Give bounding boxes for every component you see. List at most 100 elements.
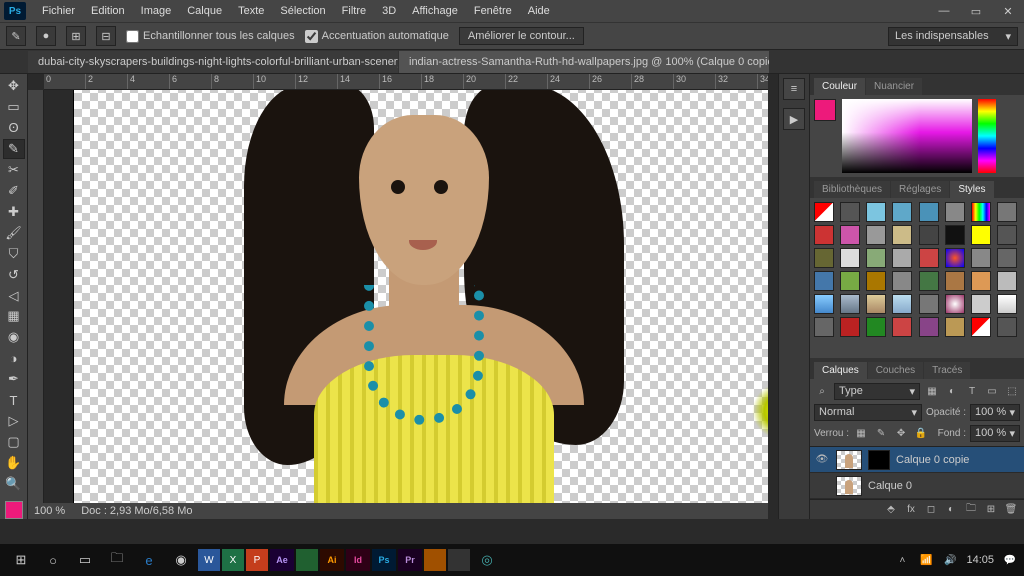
style-swatch[interactable] bbox=[892, 225, 912, 245]
menu-view[interactable]: Affichage bbox=[404, 2, 466, 20]
style-swatch[interactable] bbox=[814, 248, 834, 268]
volume-icon[interactable]: 🔊 bbox=[942, 552, 958, 568]
group-icon[interactable]: 🗀 bbox=[964, 503, 978, 517]
artboard[interactable]: ➤ bbox=[74, 90, 768, 503]
menu-edit[interactable]: Edition bbox=[83, 2, 133, 20]
layer-mask-icon[interactable]: ◻ bbox=[924, 503, 938, 517]
style-swatch[interactable] bbox=[919, 271, 939, 291]
style-swatch[interactable] bbox=[866, 225, 886, 245]
style-swatch[interactable] bbox=[892, 271, 912, 291]
actions-panel-icon[interactable]: ▶ bbox=[783, 108, 805, 130]
style-swatch[interactable] bbox=[892, 202, 912, 222]
move-tool[interactable]: ✥ bbox=[3, 76, 25, 96]
menu-help[interactable]: Aide bbox=[520, 2, 558, 20]
filter-pixel-icon[interactable]: ▦ bbox=[924, 384, 940, 400]
style-swatch[interactable] bbox=[997, 317, 1017, 337]
auto-enhance-checkbox[interactable]: Accentuation automatique bbox=[305, 30, 449, 43]
style-swatch[interactable] bbox=[971, 317, 991, 337]
lock-pixels-icon[interactable]: ▦ bbox=[853, 426, 869, 442]
subtract-selection-icon[interactable]: ⊟ bbox=[96, 26, 116, 46]
type-tool[interactable]: T bbox=[3, 390, 25, 410]
opacity-input[interactable]: 100 %▾ bbox=[970, 404, 1020, 421]
style-swatch[interactable] bbox=[840, 271, 860, 291]
blend-mode-select[interactable]: Normal▾ bbox=[814, 404, 922, 421]
premiere-icon[interactable]: Pr bbox=[398, 549, 422, 571]
zoom-level[interactable]: 100 % bbox=[34, 505, 65, 517]
style-swatch[interactable] bbox=[997, 294, 1017, 314]
ruler-vertical[interactable] bbox=[28, 90, 44, 503]
gradient-tool[interactable]: ▦ bbox=[3, 306, 25, 326]
color-fg-swatch[interactable] bbox=[814, 99, 836, 121]
layer-row[interactable]: 👁 Calque 0 copie bbox=[810, 447, 1024, 473]
foreground-swatch[interactable] bbox=[5, 501, 23, 519]
add-selection-icon[interactable]: ⊞ bbox=[66, 26, 86, 46]
visibility-icon[interactable]: 👁 bbox=[814, 452, 830, 468]
color-field[interactable] bbox=[842, 99, 972, 173]
healing-brush-tool[interactable]: ✚ bbox=[3, 202, 25, 222]
tab-layers[interactable]: Calques bbox=[814, 362, 867, 379]
eyedropper-tool[interactable]: ✐ bbox=[3, 181, 25, 201]
style-swatch[interactable] bbox=[866, 202, 886, 222]
sample-all-checkbox[interactable]: Echantillonner tous les calques bbox=[126, 30, 295, 43]
crop-tool[interactable]: ✂ bbox=[3, 160, 25, 180]
style-swatch[interactable] bbox=[892, 294, 912, 314]
app-icon[interactable]: ◎ bbox=[472, 547, 502, 573]
style-swatch[interactable] bbox=[997, 248, 1017, 268]
menu-filter[interactable]: Filtre bbox=[334, 2, 374, 20]
layer-thumb[interactable] bbox=[836, 476, 862, 496]
style-swatch[interactable] bbox=[840, 248, 860, 268]
eraser-tool[interactable]: ◁ bbox=[3, 286, 25, 306]
menu-text[interactable]: Texte bbox=[230, 2, 272, 20]
style-swatch[interactable] bbox=[945, 202, 965, 222]
marquee-tool[interactable]: ▭ bbox=[3, 97, 25, 117]
filter-type-icon[interactable]: T bbox=[964, 384, 980, 400]
style-swatch[interactable] bbox=[945, 248, 965, 268]
edge-icon[interactable]: e bbox=[134, 547, 164, 573]
tab-paths[interactable]: Tracés bbox=[924, 362, 970, 379]
tab-color[interactable]: Couleur bbox=[814, 78, 865, 95]
tray-up-icon[interactable]: ˄ bbox=[894, 552, 910, 568]
menu-select[interactable]: Sélection bbox=[272, 2, 333, 20]
lock-move-icon[interactable]: ✥ bbox=[893, 426, 909, 442]
style-swatch[interactable] bbox=[971, 271, 991, 291]
style-swatch[interactable] bbox=[814, 271, 834, 291]
style-swatch[interactable] bbox=[919, 317, 939, 337]
style-swatch[interactable] bbox=[892, 317, 912, 337]
explorer-icon[interactable]: 🗀 bbox=[102, 547, 132, 573]
style-swatch[interactable] bbox=[919, 225, 939, 245]
layer-style-icon[interactable]: fx bbox=[904, 503, 918, 517]
style-swatch[interactable] bbox=[840, 317, 860, 337]
style-swatch[interactable] bbox=[945, 317, 965, 337]
style-swatch[interactable] bbox=[945, 294, 965, 314]
network-icon[interactable]: 📶 bbox=[918, 552, 934, 568]
photoshop-taskbar-icon[interactable]: Ps bbox=[372, 549, 396, 571]
app-icon[interactable] bbox=[448, 549, 470, 571]
fill-input[interactable]: 100 %▾ bbox=[970, 425, 1020, 442]
menu-file[interactable]: Fichier bbox=[34, 2, 83, 20]
menu-image[interactable]: Image bbox=[133, 2, 180, 20]
style-swatch[interactable] bbox=[814, 225, 834, 245]
lock-all-icon[interactable]: 🔒 bbox=[913, 426, 929, 442]
style-swatch[interactable] bbox=[997, 202, 1017, 222]
tab-swatches[interactable]: Nuancier bbox=[866, 78, 922, 95]
style-swatch[interactable] bbox=[971, 202, 991, 222]
layer-thumb[interactable] bbox=[836, 450, 862, 470]
new-layer-icon[interactable]: ⊞ bbox=[984, 503, 998, 517]
style-swatch[interactable] bbox=[866, 317, 886, 337]
style-swatch[interactable] bbox=[971, 248, 991, 268]
excel-icon[interactable]: X bbox=[222, 549, 244, 571]
tab-adjustments[interactable]: Réglages bbox=[891, 181, 949, 198]
notifications-icon[interactable]: 💬 bbox=[1002, 552, 1018, 568]
brush-tool[interactable]: 🖌 bbox=[3, 223, 25, 243]
tab-channels[interactable]: Couches bbox=[868, 362, 923, 379]
layer-filter-type[interactable]: Type▾ bbox=[834, 383, 920, 400]
style-swatch[interactable] bbox=[971, 225, 991, 245]
app-icon[interactable] bbox=[424, 549, 446, 571]
style-swatch[interactable] bbox=[945, 225, 965, 245]
layer-row[interactable]: Calque 0 bbox=[810, 473, 1024, 499]
filter-smart-icon[interactable]: ⬚ bbox=[1004, 384, 1020, 400]
indesign-icon[interactable]: Id bbox=[346, 549, 370, 571]
aftereffects-icon[interactable]: Ae bbox=[270, 549, 294, 571]
link-layers-icon[interactable]: ⬘ bbox=[884, 503, 898, 517]
style-swatch[interactable] bbox=[866, 271, 886, 291]
